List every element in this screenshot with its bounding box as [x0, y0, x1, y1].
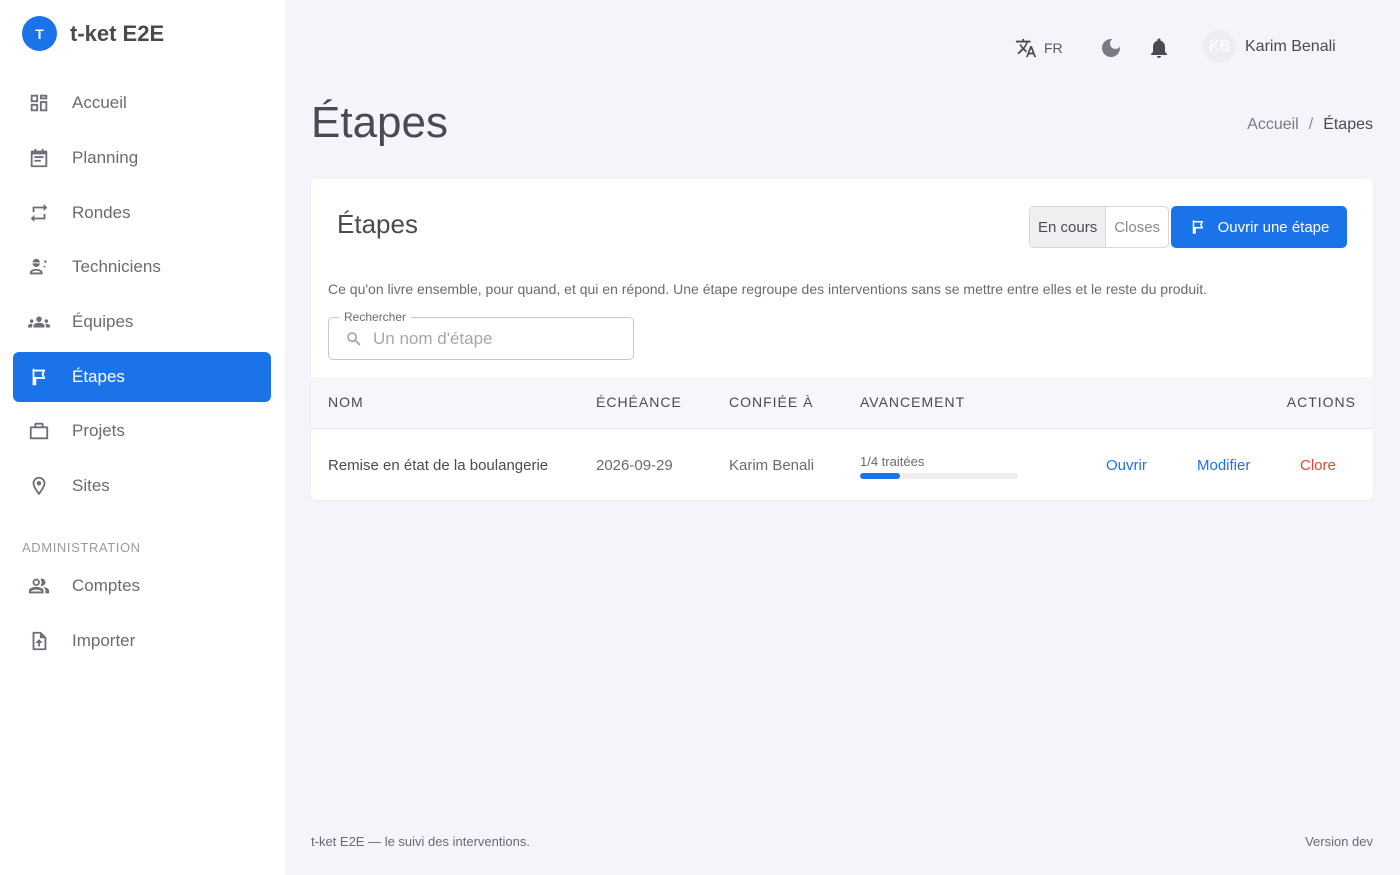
brand-logo: T: [22, 16, 57, 51]
close-action-link[interactable]: Clore: [1300, 457, 1336, 474]
sidebar-item-sites[interactable]: Sites: [13, 461, 271, 511]
search-icon: [345, 330, 363, 348]
flag-icon: [1192, 220, 1203, 234]
sidebar-item-label: Étapes: [72, 367, 125, 386]
open-stage-button[interactable]: Ouvrir une étape: [1171, 206, 1347, 248]
sidebar-item-comptes[interactable]: Comptes: [13, 561, 271, 611]
sidebar-item-importer[interactable]: Importer: [13, 616, 271, 666]
theme-toggle-button[interactable]: [1099, 36, 1123, 60]
breadcrumb: Accueil / Étapes: [1247, 116, 1373, 134]
sidebar: T t-ket E2E Accueil Planning Rondes Tech…: [0, 0, 285, 875]
column-header-confiee-a[interactable]: CONFIÉE À: [729, 394, 813, 410]
column-header-echeance[interactable]: ÉCHÉANCE: [596, 394, 682, 410]
footer-version: Version dev: [1305, 834, 1373, 849]
calendar-icon: [28, 147, 50, 169]
sidebar-item-etapes[interactable]: Étapes: [13, 352, 271, 402]
repeat-icon: [28, 202, 50, 224]
file-upload-icon: [28, 630, 50, 652]
edit-action-link[interactable]: Modifier: [1197, 457, 1250, 474]
filter-closes[interactable]: Closes: [1106, 207, 1168, 247]
flag-icon: [28, 366, 50, 388]
sidebar-item-label: Comptes: [72, 576, 141, 595]
sidebar-item-label: Planning: [72, 148, 139, 167]
moon-icon: [1102, 38, 1120, 57]
people-icon: [28, 575, 50, 597]
sidebar-item-label: Accueil: [72, 93, 127, 112]
open-action-link[interactable]: Ouvrir: [1106, 457, 1147, 474]
app-name: t-ket E2E: [70, 20, 165, 46]
briefcase-icon: [28, 420, 50, 442]
column-header-avancement[interactable]: AVANCEMENT: [860, 394, 965, 410]
stages-card: Étapes En cours Closes Ouvrir une étape …: [311, 179, 1373, 500]
table-header: NOM ÉCHÉANCE CONFIÉE À AVANCEMENT ACTION…: [311, 377, 1373, 429]
search-label: Rechercher: [339, 310, 412, 324]
sidebar-item-label: Projets: [72, 421, 125, 440]
language-code: FR: [1044, 40, 1063, 56]
progress-label: 1/4 traitées: [860, 454, 925, 469]
sidebar-item-techniciens[interactable]: Techniciens: [13, 242, 271, 292]
sidebar-item-planning[interactable]: Planning: [13, 133, 271, 183]
progress-track: [860, 473, 1018, 479]
breadcrumb-separator: /: [1308, 116, 1314, 133]
search-input[interactable]: [373, 327, 623, 351]
sidebar-item-label: Importer: [72, 631, 136, 650]
groups-icon: [28, 311, 50, 333]
status-filter-toggle: En cours Closes: [1029, 206, 1170, 248]
sidebar-item-label: Techniciens: [72, 257, 161, 276]
location-pin-icon: [28, 475, 50, 497]
bell-icon: [1151, 38, 1167, 58]
breadcrumb-home-link[interactable]: Accueil: [1247, 116, 1299, 134]
open-stage-label: Ouvrir une étape: [1217, 218, 1330, 236]
card-description: Ce qu'on livre ensemble, pour quand, et …: [328, 281, 1207, 297]
breadcrumb-current: Étapes: [1323, 116, 1373, 133]
stage-assignee: Karim Benali: [729, 457, 815, 474]
sidebar-item-label: Équipes: [72, 312, 134, 331]
sidebar-item-label: Rondes: [72, 203, 131, 222]
column-header-nom[interactable]: NOM: [328, 394, 364, 410]
engineer-icon: [28, 256, 50, 278]
sidebar-section-administration: ADMINISTRATION: [22, 540, 141, 555]
sidebar-item-label: Sites: [72, 476, 110, 495]
avatar: KB: [1203, 30, 1236, 63]
stage-name: Remise en état de la boulangerie: [328, 457, 549, 474]
sidebar-item-equipes[interactable]: Équipes: [13, 297, 271, 347]
search-field: Rechercher: [328, 310, 634, 360]
sidebar-item-rondes[interactable]: Rondes: [13, 188, 271, 238]
sidebar-item-accueil[interactable]: Accueil: [13, 78, 271, 128]
dashboard-icon: [28, 92, 50, 114]
filter-en-cours[interactable]: En cours: [1030, 207, 1107, 247]
language-switcher[interactable]: FR: [1015, 37, 1063, 59]
column-header-actions: ACTIONS: [1286, 394, 1356, 410]
page-title: Étapes: [311, 98, 448, 147]
user-name: Karim Benali: [1245, 37, 1336, 55]
stage-progress: 1/4 traitées: [860, 454, 1018, 479]
translate-icon: [1015, 38, 1037, 58]
table-row: Remise en état de la boulangerie 2026-09…: [311, 430, 1373, 498]
notifications-button[interactable]: [1147, 36, 1171, 60]
brand[interactable]: T t-ket E2E: [22, 16, 164, 51]
footer-tagline: t-ket E2E — le suivi des interventions.: [311, 834, 530, 849]
user-menu[interactable]: KB Karim Benali: [1203, 30, 1336, 63]
card-title: Étapes: [337, 209, 418, 239]
progress-fill: [860, 473, 900, 479]
sidebar-item-projets[interactable]: Projets: [13, 406, 271, 456]
stage-due-date: 2026-09-29: [596, 457, 673, 474]
